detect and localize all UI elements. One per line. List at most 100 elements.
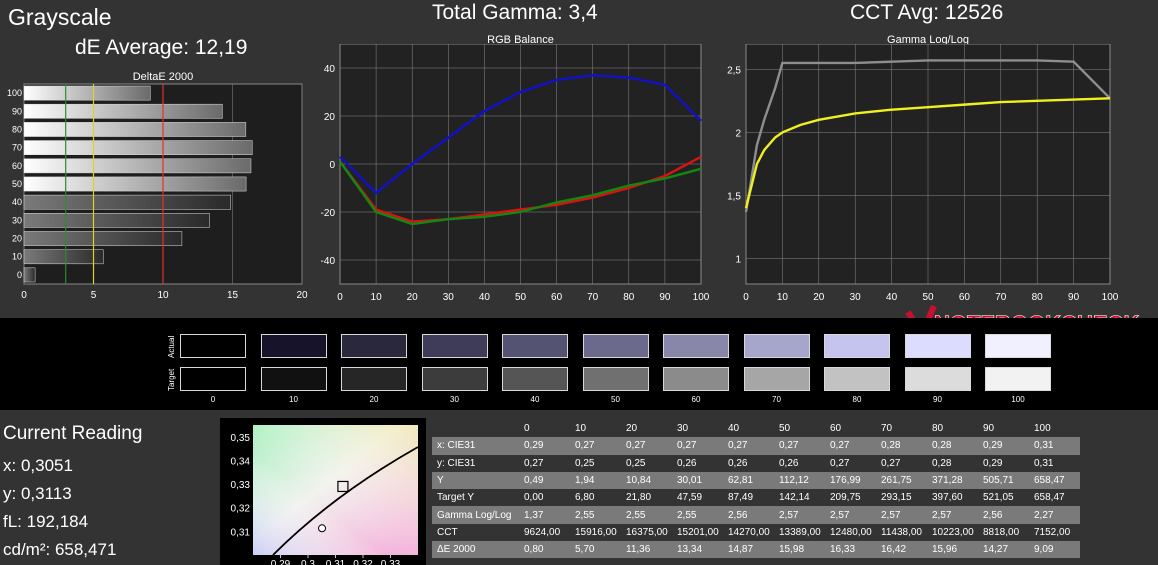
table-cell: 14270,00 [723, 523, 774, 542]
actual-row-label: Actual [167, 335, 176, 358]
table-cell: 9,09 [1029, 541, 1080, 559]
table-cell: 70 [876, 420, 927, 438]
deltae-bar [23, 158, 252, 174]
swatch-level-label: 20 [369, 395, 379, 404]
actual-swatch [341, 334, 407, 358]
table-cell: 2,57 [825, 506, 876, 524]
table-cell: 2,57 [774, 506, 825, 524]
table-cell: 0,25 [570, 454, 621, 472]
de-average-label: dE Average: 12,19 [75, 36, 248, 59]
table-row: y: CIE31 0,27 0,25 0,25 0,26 0,26 0,26 0,27 0,27… [432, 454, 1080, 472]
target-row-label: Target [167, 368, 176, 391]
table-cell: 50 [774, 420, 825, 438]
table-cell: 371,28 [927, 471, 978, 490]
table-cell: 505,71 [978, 471, 1029, 490]
target-swatch [904, 367, 971, 391]
rgb-x-tick: 90 [659, 292, 671, 303]
table-cell: 0,28 [876, 437, 927, 455]
rgb-balance-chart: 0 10 20 30 40 50 60 70 80 90 100 40 20 0 -20 -40 [321, 44, 710, 303]
target-swatch [663, 367, 729, 391]
table-cell: 2,57 [876, 506, 927, 524]
gamma-y-tick: 2 [735, 128, 741, 139]
rgb-x-tick: 30 [443, 292, 455, 303]
table-cell: 0,27 [825, 437, 876, 455]
table-row-label: y: CIE31 [432, 454, 519, 472]
table-cell: 15,96 [927, 541, 978, 559]
table-cell: 30 [672, 420, 723, 438]
deltae-bar [23, 231, 183, 246]
table-cell: 1,94 [570, 471, 621, 490]
table-row: Y 0,49 1,94 10,84 30,01 62,81 112,12 176,99 261,… [432, 471, 1080, 490]
deltae-y-tick: 40 [12, 197, 22, 207]
grayscale-title: Grayscale [8, 4, 112, 30]
table-cell: 1,37 [519, 506, 570, 524]
gamma-y-tick: 2,5 [727, 65, 741, 76]
gamma-x-tick: 0 [743, 292, 749, 303]
table-row: Gamma Log/Log 1,37 2,55 2,55 2,55 2,56 2,57 2,5… [432, 506, 1080, 524]
rgb-x-tick: 10 [371, 292, 383, 303]
table-row: ΔE 2000 0,80 5,70 11,36 13,34 14,87 15,98 16,33… [432, 541, 1080, 559]
deltae-x-tick: 0 [21, 290, 27, 301]
table-cell: 80 [927, 420, 978, 438]
deltae-bar [23, 122, 247, 137]
table-cell: 30,01 [672, 471, 723, 490]
table-cell: 2,57 [927, 506, 978, 524]
table-cell: 0,28 [927, 437, 978, 455]
rgb-y-tick: -20 [321, 208, 336, 219]
table-cell: 2,55 [570, 506, 621, 524]
actual-swatch [663, 334, 729, 358]
target-swatch [260, 367, 327, 391]
table-cell: 10,84 [621, 471, 672, 490]
reading-x: x: 0,3051 [3, 456, 73, 475]
table-cell: 0,27 [621, 437, 672, 455]
deltae-y-tick: 50 [12, 179, 22, 189]
swatch-level-label: 30 [450, 395, 459, 404]
table-row: x: CIE31 0,29 0,27 0,27 0,27 0,27 0,27 0,27 0,28… [432, 437, 1080, 455]
deltae-y-tick: 20 [12, 234, 22, 244]
table-cell: 0,80 [519, 541, 570, 559]
table-cell: 2,55 [672, 506, 723, 524]
target-swatch [502, 367, 568, 391]
rgb-x-tick: 20 [407, 292, 419, 303]
table-cell: 8818,00 [978, 523, 1029, 542]
current-reading-title: Current Reading [3, 423, 143, 444]
table-cell: 13,34 [672, 541, 723, 559]
table-cell: 9624,00 [519, 523, 570, 542]
swatch-level-label: 40 [530, 395, 540, 404]
actual-swatch [743, 334, 810, 358]
cie-y-tick: 0,34 [231, 456, 251, 467]
deltae-y-tick: 30 [12, 215, 22, 225]
cct-average-label: CCT Avg: 12526 [850, 1, 1004, 24]
table-cell: 112,12 [774, 471, 825, 490]
table-cell: 0,31 [1029, 454, 1080, 472]
table-cell: 62,81 [723, 471, 774, 490]
table-cell: 658,47 [1029, 489, 1080, 507]
target-swatch [582, 367, 649, 391]
table-header-row: 0 10 20 30 40 50 60 70 80 90 100 [432, 420, 1080, 438]
table-cell: 0,26 [723, 454, 774, 472]
deltae-x-tick: 15 [227, 290, 239, 301]
table-cell: 21,80 [621, 489, 672, 507]
rgb-y-tick: 0 [329, 160, 335, 171]
table-cell: 6,80 [570, 489, 621, 507]
table-cell: 2,27 [1029, 506, 1080, 524]
table-cell: 13389,00 [774, 523, 825, 542]
target-swatch [180, 367, 246, 391]
gamma-x-tick: 20 [813, 292, 825, 303]
swatch-level-label: 100 [1011, 395, 1025, 404]
table-cell: 0,49 [519, 471, 570, 490]
cie-x-tick: 0,31 [326, 559, 346, 565]
actual-swatch [260, 334, 327, 358]
deltae-x-tick: 10 [157, 290, 169, 301]
table-cell: 2,55 [621, 506, 672, 524]
table-cell: 397,60 [927, 489, 978, 507]
table-cell: 11438,00 [876, 523, 927, 542]
swatch-level-label: 60 [691, 395, 701, 404]
target-swatch [421, 367, 488, 391]
table-cell: 40 [723, 420, 774, 438]
table-cell: 0,27 [570, 437, 621, 455]
cie-y-tick: 0,31 [231, 527, 251, 538]
gamma-chart: 0 10 20 30 40 50 60 70 80 90 1002,521,51 [727, 44, 1119, 303]
target-swatch [743, 367, 810, 391]
swatch-level-label: 10 [289, 395, 298, 404]
